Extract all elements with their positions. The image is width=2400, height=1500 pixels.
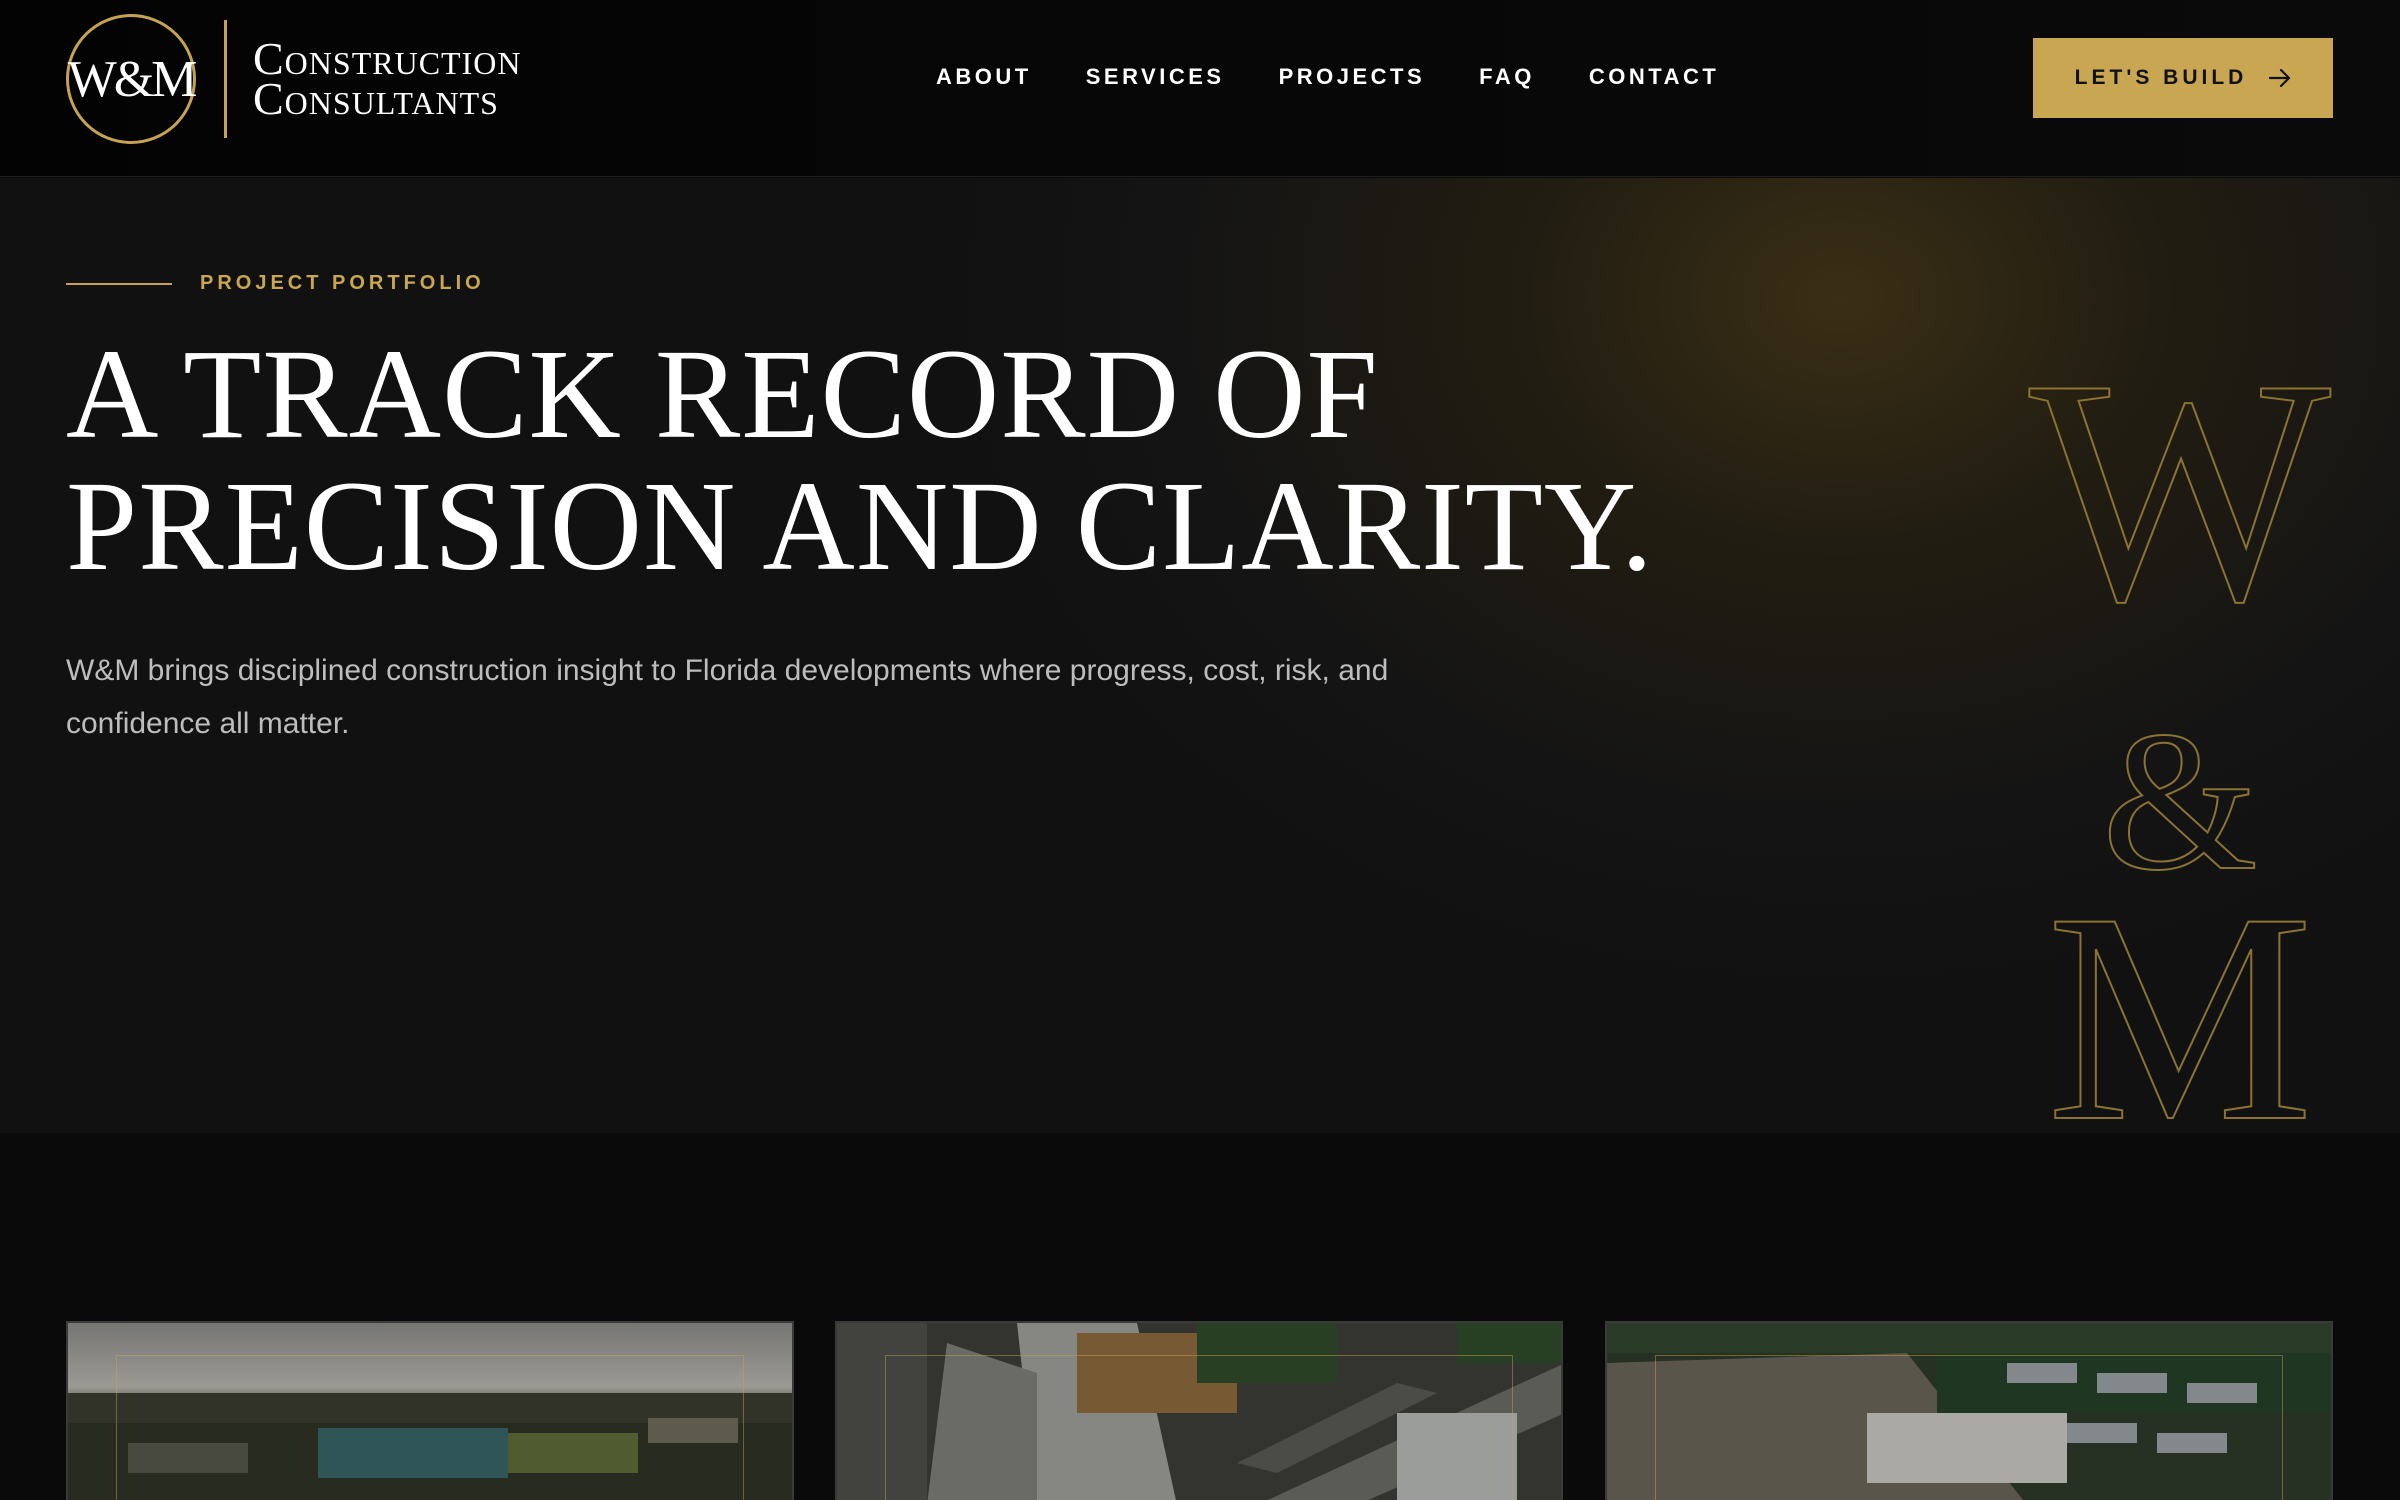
- lets-build-label: LET'S BUILD: [2074, 66, 2248, 89]
- logo-divider: [224, 20, 227, 138]
- project-card-frame: [116, 1355, 744, 1500]
- project-card-frame: [1655, 1355, 2283, 1500]
- monogram-m: M: [2047, 851, 2314, 1133]
- hero-section: PROJECT PORTFOLIO A TRACK RECORD OF PREC…: [0, 178, 2400, 1133]
- nav-services[interactable]: SERVICES: [1086, 62, 1225, 92]
- logo[interactable]: W&M Construction Consultants: [66, 14, 521, 144]
- lets-build-button[interactable]: LET'S BUILD: [2033, 38, 2333, 118]
- nav-contact[interactable]: CONTACT: [1589, 62, 1719, 92]
- logo-mark: W&M: [66, 14, 197, 144]
- eyebrow-label: PROJECT PORTFOLIO: [200, 272, 485, 294]
- monogram-w: W: [2029, 328, 2334, 668]
- nav-faq[interactable]: FAQ: [1479, 62, 1535, 92]
- logo-line-2: Consultants: [253, 73, 499, 124]
- nav-about[interactable]: ABOUT: [936, 62, 1032, 92]
- projects-section: [0, 1133, 2400, 1500]
- page-title: A TRACK RECORD OF PRECISION AND CLARITY.: [66, 328, 1766, 592]
- site-header: W&M Construction Consultants ABOUT SERVI…: [0, 0, 2400, 177]
- arrow-right-icon: [2269, 69, 2291, 87]
- nav-projects[interactable]: PROJECTS: [1279, 62, 1426, 92]
- project-card-frame: [885, 1355, 1513, 1500]
- page-title-line-2: PRECISION AND CLARITY.: [66, 455, 1654, 597]
- eyebrow-rule: [66, 282, 172, 285]
- hero-subtitle: W&M brings disciplined construction insi…: [66, 654, 1389, 740]
- eyebrow: PROJECT PORTFOLIO: [66, 272, 485, 295]
- page-title-line-1: A TRACK RECORD OF: [66, 323, 1379, 465]
- monogram-watermark: W & M: [2028, 328, 2335, 1133]
- project-card[interactable]: [66, 1321, 794, 1500]
- project-card[interactable]: [1605, 1321, 2333, 1500]
- main-nav: ABOUT SERVICES PROJECTS FAQ CONTACT: [936, 62, 1773, 92]
- logo-wordmark: Construction Consultants: [253, 36, 521, 124]
- project-card[interactable]: [835, 1321, 1563, 1500]
